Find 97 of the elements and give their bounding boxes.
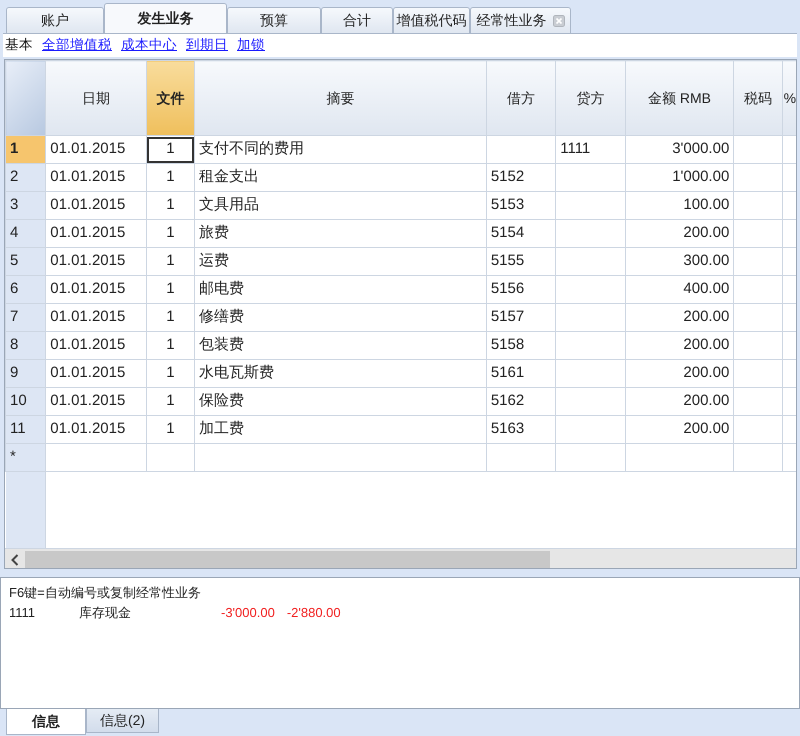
table-cell: 邮电费: [194, 276, 486, 304]
table-cell: 5153: [486, 192, 556, 220]
table-cell: 1'000.00: [625, 164, 734, 192]
table-cell: 200.00: [625, 416, 734, 444]
row-number[interactable]: 8: [6, 332, 46, 360]
tab[interactable]: 账户: [6, 7, 104, 33]
table-cell: 1: [146, 248, 195, 276]
table-cell: 1: [146, 276, 195, 304]
table-cell: 100.00: [625, 192, 734, 220]
table-cell: 200.00: [625, 360, 734, 388]
account-name: 库存现金: [79, 604, 132, 622]
table-cell: 1: [146, 304, 195, 332]
table-cell: 200.00: [625, 220, 734, 248]
table-cell: 运费: [194, 248, 486, 276]
row-number[interactable]: 3: [6, 192, 46, 220]
table-cell: 5155: [486, 248, 556, 276]
table-cell: 01.01.2015: [46, 276, 146, 304]
view-link[interactable]: 基本: [5, 35, 33, 56]
table-cell: 01.01.2015: [46, 136, 146, 164]
table-cell: 01.01.2015: [46, 416, 146, 444]
table-cell: 01.01.2015: [46, 360, 146, 388]
row-number[interactable]: 10: [6, 388, 46, 416]
tab[interactable]: 发生业务: [104, 3, 227, 33]
table-cell: 200.00: [625, 304, 734, 332]
row-number[interactable]: 11: [6, 416, 46, 444]
info-hint: F6键=自动编号或复制经常性业务: [9, 584, 202, 602]
row-number[interactable]: *: [6, 444, 46, 472]
table-cell: 旅费: [194, 220, 486, 248]
horizontal-scrollbar[interactable]: [5, 548, 796, 568]
column-header[interactable]: 借方: [486, 60, 556, 136]
tab[interactable]: 经常性业务: [470, 7, 571, 33]
table-cell: 200.00: [625, 332, 734, 360]
column-header[interactable]: 摘要: [194, 60, 486, 136]
table-cell: 加工费: [194, 416, 486, 444]
table-cell: 3'000.00: [625, 136, 734, 164]
table-cell: 5161: [486, 360, 556, 388]
view-link[interactable]: 全部增值税: [42, 35, 112, 56]
row-number[interactable]: 2: [6, 164, 46, 192]
column-header[interactable]: 税码: [734, 60, 782, 136]
tab[interactable]: 预算: [227, 7, 321, 33]
table-cell: 200.00: [625, 388, 734, 416]
table-cell: 5154: [486, 220, 556, 248]
table-cell: 1: [146, 388, 195, 416]
table-cell: 01.01.2015: [46, 164, 146, 192]
table-cell: 1: [146, 192, 195, 220]
scrollbar-thumb[interactable]: [25, 550, 550, 568]
table-cell: 01.01.2015: [46, 248, 146, 276]
view-link[interactable]: 到期日: [186, 35, 228, 56]
column-header[interactable]: %: [782, 60, 796, 136]
table-cell: 01.01.2015: [46, 388, 146, 416]
close-icon[interactable]: [552, 15, 564, 28]
table-cell: 支付不同的费用: [194, 136, 486, 164]
row-number[interactable]: 6: [6, 276, 46, 304]
table-cell: 01.01.2015: [46, 304, 146, 332]
table-cell: 1: [146, 332, 195, 360]
table-cell: 1: [146, 164, 195, 192]
table-cell: 租金支出: [194, 164, 486, 192]
table-cell: 修缮费: [194, 304, 486, 332]
tab[interactable]: 信息(2): [86, 709, 159, 733]
table-cell: 1: [146, 360, 195, 388]
table-cell: 5163: [486, 416, 556, 444]
table-cell: 400.00: [625, 276, 734, 304]
column-header[interactable]: 金额 RMB: [625, 60, 734, 136]
table-cell: 01.01.2015: [46, 332, 146, 360]
table-cell: 文具用品: [194, 192, 486, 220]
column-header[interactable]: 日期: [46, 60, 146, 136]
view-link[interactable]: 加锁: [237, 35, 265, 56]
table-cell: 保险费: [194, 388, 486, 416]
row-number[interactable]: 5: [6, 248, 46, 276]
tab[interactable]: 合计: [321, 7, 393, 33]
scroll-left-icon[interactable]: [11, 554, 19, 566]
row-number[interactable]: 1: [6, 136, 46, 164]
column-header[interactable]: 贷方: [556, 60, 626, 136]
table-cell: 01.01.2015: [46, 192, 146, 220]
table-cell: 1: [146, 416, 195, 444]
table-cell: 5152: [486, 164, 556, 192]
table-cell: 包装费: [194, 332, 486, 360]
table-cell: 5156: [486, 276, 556, 304]
row-number[interactable]: 7: [6, 304, 46, 332]
row-number[interactable]: 9: [6, 360, 46, 388]
table-cell: 1111: [556, 136, 626, 164]
account-number: 1111: [9, 604, 36, 622]
balance-amount: -2'880.00: [286, 604, 341, 622]
tab[interactable]: 增值税代码: [393, 7, 470, 33]
view-link[interactable]: 成本中心: [121, 35, 177, 56]
balance-amount: -3'000.00: [221, 604, 275, 622]
tab[interactable]: 信息: [6, 709, 86, 735]
table-cell: 5162: [486, 388, 556, 416]
table-cell: 5158: [486, 332, 556, 360]
table-cell: 1: [146, 136, 195, 164]
table-cell: 01.01.2015: [46, 220, 146, 248]
column-header[interactable]: 文件: [146, 60, 195, 136]
table-cell: 水电瓦斯费: [194, 360, 486, 388]
row-number[interactable]: 4: [6, 220, 46, 248]
table-cell: 5157: [486, 304, 556, 332]
table-cell: 300.00: [625, 248, 734, 276]
table-cell: 1: [146, 220, 195, 248]
